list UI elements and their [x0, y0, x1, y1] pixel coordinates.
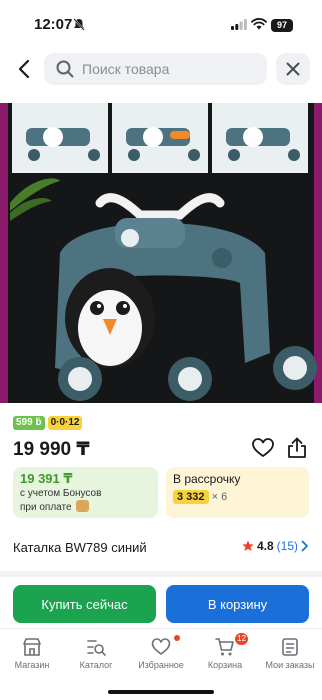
- search-icon: [56, 60, 74, 78]
- bonus-price-card[interactable]: 19 391 ₸ с учетом Бонусов при оплате: [13, 467, 158, 518]
- coin-icon: [76, 500, 90, 512]
- section-divider: [0, 571, 322, 577]
- shop-icon: [23, 638, 41, 656]
- status-time: 12:07: [34, 16, 73, 33]
- nav-label-favorites: Избранное: [138, 660, 184, 670]
- installment-title: В рассрочку: [173, 472, 241, 486]
- bonus-note-row: при оплате: [20, 500, 151, 514]
- installment-row: 3 332 × 6: [173, 490, 302, 504]
- product-price: 19 990 ₸: [13, 439, 90, 460]
- product-title: Каталка BW789 синий: [13, 540, 147, 555]
- signal-icon: [231, 19, 247, 30]
- installment-badge: 0·0·12: [47, 416, 83, 430]
- promo-badges: 599 ḃ 0·0·12: [13, 416, 83, 430]
- product-title-row[interactable]: Каталка BW789 синий 4.8 (15): [13, 536, 309, 560]
- catalog-icon: [87, 640, 106, 656]
- buy-now-button[interactable]: Купить сейчас: [13, 585, 156, 623]
- search-header: [0, 48, 322, 92]
- favorites-dot: [174, 635, 180, 641]
- installment-multiplier: × 6: [211, 491, 228, 503]
- battery-icon: 97: [271, 19, 293, 32]
- bonus-price: 19 391 ₸: [20, 471, 73, 486]
- close-button[interactable]: [276, 53, 310, 85]
- bonus-note-line1: с учетом Бонусов: [20, 488, 102, 499]
- bonus-note-line2: при оплате: [20, 502, 72, 513]
- add-to-cart-button[interactable]: В корзину: [166, 585, 309, 623]
- nav-item-catalog[interactable]: Каталог: [64, 629, 128, 681]
- nav-item-orders[interactable]: Мои заказы: [258, 629, 322, 681]
- chevron-right-icon: [301, 540, 308, 552]
- status-bar: 12:07 97: [0, 0, 322, 48]
- close-icon: [286, 62, 300, 76]
- rating[interactable]: 4.8 (15): [242, 539, 309, 553]
- orders-icon: [282, 638, 298, 656]
- star-icon: [242, 540, 254, 551]
- nav-label-cart: Корзина: [207, 660, 243, 670]
- share-icon[interactable]: [287, 437, 307, 459]
- wifi-icon: [251, 18, 267, 30]
- cart-icon: [215, 638, 234, 656]
- nav-label-catalog: Каталог: [79, 660, 113, 670]
- installment-amount: 3 332: [173, 490, 209, 504]
- nav-item-shop[interactable]: Магазин: [0, 629, 64, 681]
- back-arrow-icon[interactable]: [12, 56, 38, 82]
- search-input[interactable]: [82, 53, 262, 85]
- product-photo: [0, 103, 322, 403]
- search-box[interactable]: [44, 53, 267, 85]
- product-image[interactable]: [0, 103, 322, 403]
- cart-count-badge: 12: [235, 633, 248, 645]
- rating-value: 4.8: [256, 539, 274, 553]
- nav-label-orders: Мои заказы: [265, 660, 315, 670]
- nav-item-favorites[interactable]: Избранное: [129, 629, 193, 681]
- heart-icon[interactable]: [252, 438, 274, 458]
- bonus-badge: 599 ḃ: [13, 416, 45, 430]
- home-indicator: [108, 690, 214, 694]
- installment-card[interactable]: В рассрочку 3 332 × 6: [166, 467, 309, 518]
- reviews-count[interactable]: (15): [277, 539, 298, 553]
- bell-off-icon: [73, 18, 85, 31]
- favorites-heart-icon: [151, 638, 171, 655]
- nav-label-shop: Магазин: [14, 660, 50, 670]
